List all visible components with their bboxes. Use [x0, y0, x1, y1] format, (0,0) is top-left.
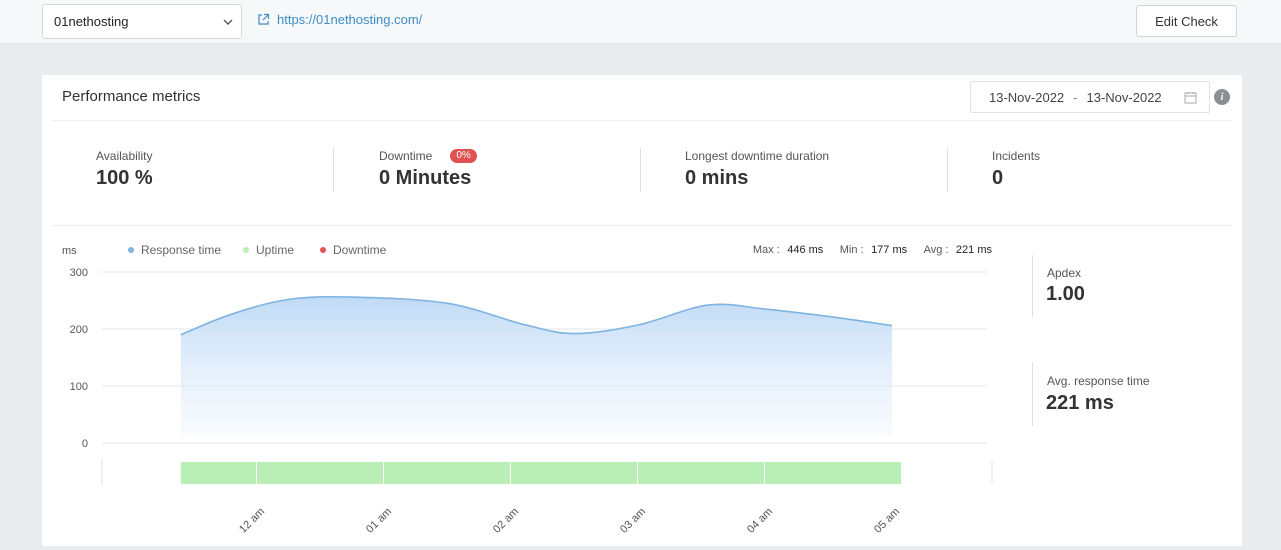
x-tick-label: 04 am — [745, 506, 775, 536]
x-tick-label: 05 am — [872, 506, 902, 536]
uptime-segment — [384, 462, 510, 484]
site-url-link[interactable]: https://01nethosting.com/ — [257, 12, 422, 27]
response-time-area — [180, 296, 893, 435]
apdex-label: Apdex — [1047, 266, 1082, 280]
edit-check-button[interactable]: Edit Check — [1136, 5, 1237, 37]
uptime-segment — [638, 462, 764, 484]
site-select[interactable]: 01nethosting — [42, 4, 242, 39]
x-tick-label: 03 am — [618, 506, 648, 536]
response-time-chart: ms Response time Uptime Downtime Max : 4… — [62, 240, 993, 536]
uptime-segment — [257, 462, 383, 484]
apdex-value: 1.00 — [1046, 283, 1085, 305]
legend-downtime[interactable]: Downtime — [333, 243, 387, 257]
x-tick-label: 01 am — [364, 506, 394, 536]
divider — [1032, 255, 1033, 317]
uptime-segment — [511, 462, 637, 484]
chart-summary: Max : 446 ms Min : 177 ms Avg : 221 ms — [753, 240, 993, 257]
max-label: Max : — [753, 244, 780, 256]
avg-response-value: 221 ms — [1046, 392, 1114, 414]
divider — [1032, 362, 1033, 426]
chevron-down-icon — [223, 19, 233, 25]
y-tick-label: 200 — [70, 324, 88, 336]
legend-response-time-marker — [128, 247, 134, 253]
legend-uptime[interactable]: Uptime — [256, 243, 294, 257]
top-bar: 01nethosting https://01nethosting.com/ E… — [0, 0, 1281, 44]
uptime-segment — [765, 462, 901, 484]
date-range-picker[interactable]: 13-Nov-2022 - 13-Nov-2022 — [970, 81, 1210, 113]
calendar-icon — [1184, 92, 1197, 104]
y-tick-label: 300 — [70, 267, 88, 279]
y-tick-label: 0 — [82, 438, 88, 450]
max-value: 446 ms — [787, 244, 824, 256]
avg-label: Avg : — [924, 244, 949, 256]
performance-card: Performance metrics 13-Nov-2022 - 13-Nov… — [42, 75, 1242, 546]
y-axis-unit-label: ms — [62, 245, 77, 257]
x-tick-label: 12 am — [237, 506, 267, 536]
legend-response-time[interactable]: Response time — [141, 243, 221, 257]
info-icon[interactable]: i — [1214, 89, 1230, 105]
date-separator: - — [1073, 89, 1078, 105]
legend-uptime-marker — [243, 247, 249, 253]
site-url-text: https://01nethosting.com/ — [277, 12, 423, 27]
min-label: Min : — [840, 244, 864, 256]
date-to: 13-Nov-2022 — [1086, 89, 1162, 105]
avg-value: 221 ms — [956, 244, 993, 256]
external-link-icon — [258, 13, 270, 25]
y-tick-label: 100 — [70, 381, 88, 393]
uptime-segment — [180, 462, 256, 484]
legend-downtime-marker — [320, 247, 326, 253]
x-tick-label: 02 am — [491, 506, 521, 536]
site-select-value: 01nethosting — [54, 14, 129, 29]
min-value: 177 ms — [871, 244, 908, 256]
avg-response-label: Avg. response time — [1047, 374, 1150, 388]
